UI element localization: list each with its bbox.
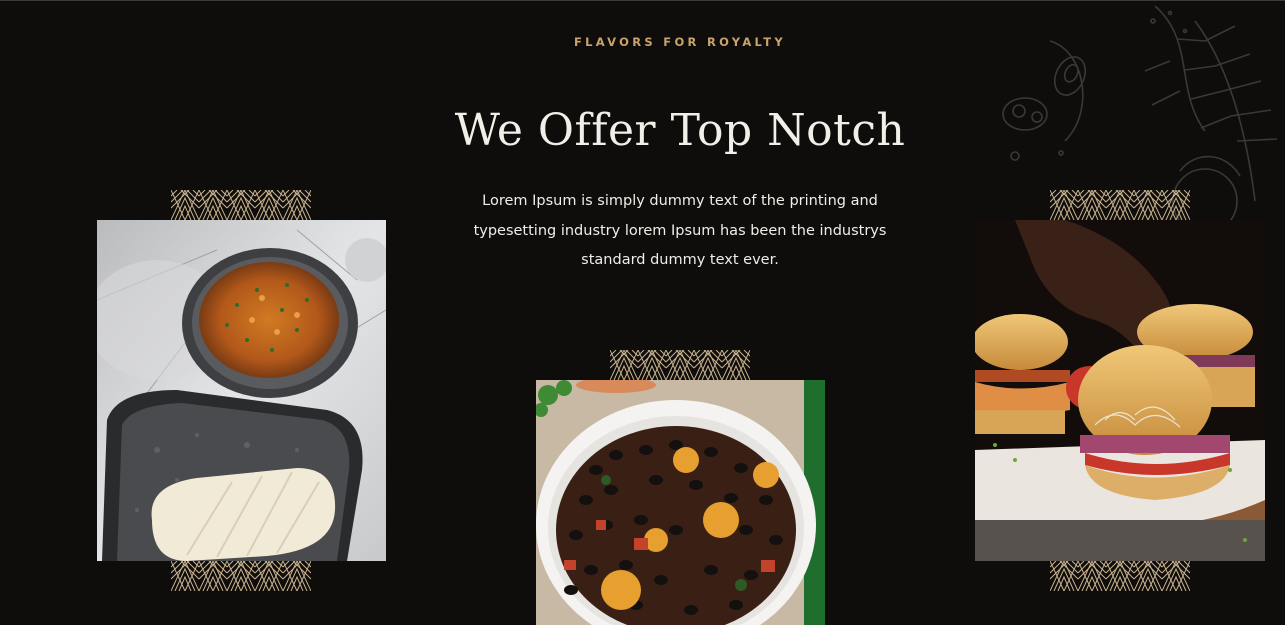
gold-geometric-pattern-center [610, 350, 750, 380]
section-description: Lorem Ipsum is simply dummy text of the … [473, 193, 887, 268]
gold-geometric-pattern-top-left [171, 190, 311, 220]
gallery-photo-center [536, 380, 825, 625]
black-bean-plantain-stew-photo [536, 380, 825, 625]
section-eyebrow: FLAVORS FOR ROYALTY [573, 35, 787, 49]
section-title: We Offer Top Notch [454, 105, 906, 156]
chicken-sliders-photo [975, 220, 1265, 561]
gallery-photo-left [97, 220, 386, 561]
egusi-and-pounded-yam-photo [97, 220, 386, 561]
gold-geometric-pattern-top-right [1050, 190, 1190, 220]
gallery-photo-right [975, 220, 1265, 561]
gold-geometric-pattern-bottom-left [171, 561, 311, 591]
gold-geometric-pattern-bottom-right [1050, 561, 1190, 591]
